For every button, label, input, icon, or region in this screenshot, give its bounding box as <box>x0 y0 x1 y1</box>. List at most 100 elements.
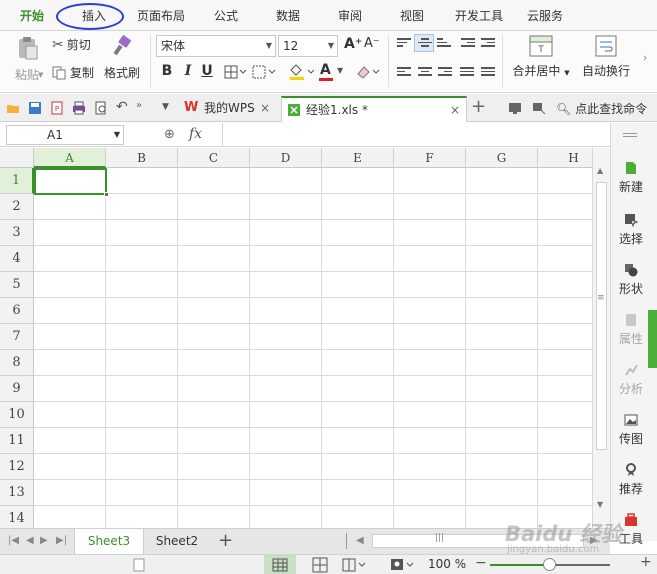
reading-mode-icon[interactable] <box>342 557 368 573</box>
side-item-select[interactable]: 选择 <box>611 213 651 247</box>
cut-button[interactable]: ✂ 剪切 <box>52 36 91 53</box>
sheet-tab[interactable]: Sheet2 <box>146 529 208 554</box>
italic-button[interactable]: I <box>179 63 197 79</box>
row-header[interactable]: 1 <box>0 168 34 194</box>
side-item-new[interactable]: 新建 <box>611 161 651 195</box>
tab-review[interactable]: 审阅 <box>330 0 370 31</box>
align-left-icon[interactable] <box>397 67 411 79</box>
justify-icon[interactable] <box>460 67 474 79</box>
decrease-indent-icon[interactable] <box>461 38 475 50</box>
row-header[interactable]: 8 <box>0 350 34 376</box>
active-cell[interactable] <box>34 168 109 197</box>
export-pdf-icon[interactable]: P <box>50 101 64 115</box>
column-header[interactable]: D <box>250 148 322 168</box>
more-icon[interactable]: » <box>136 100 142 111</box>
bold-button[interactable]: B <box>158 63 176 79</box>
scroll-thumb[interactable] <box>596 182 607 450</box>
insert-function-button[interactable]: fx <box>189 126 202 142</box>
scroll-down-icon[interactable]: ▼ <box>597 500 603 509</box>
copy-button[interactable]: 复制 <box>52 64 94 81</box>
tab-my-wps[interactable]: W 我的WPS × <box>178 96 276 122</box>
row-header[interactable]: 5 <box>0 272 34 298</box>
add-sheet-button[interactable]: + <box>218 530 233 551</box>
font-color-button[interactable]: A <box>320 62 331 78</box>
wrap-text-button[interactable]: 自动换行 <box>578 35 634 79</box>
align-middle-button[interactable] <box>414 34 434 52</box>
prev-sheet-icon[interactable]: ◀ <box>26 535 34 546</box>
font-size-select[interactable]: 12 ▼ <box>278 35 338 57</box>
column-header[interactable]: A <box>34 148 106 168</box>
row-header[interactable]: 2 <box>0 194 34 220</box>
panel-collapse-tab[interactable] <box>648 310 657 368</box>
merge-center-button[interactable]: T 合并居中 ▼ <box>510 35 572 79</box>
side-item-toolbox[interactable]: 工具 <box>611 513 651 547</box>
open-folder-icon[interactable] <box>6 101 20 115</box>
scroll-up-icon[interactable]: ▲ <box>597 166 603 175</box>
side-item-upload-image[interactable]: 传图 <box>611 413 651 447</box>
align-bottom-icon[interactable] <box>437 38 451 50</box>
row-header[interactable]: 6 <box>0 298 34 324</box>
zoom-slider-knob[interactable] <box>543 558 556 571</box>
next-sheet-icon[interactable]: ▶ <box>40 535 48 546</box>
zoom-formula-icon[interactable]: ⊕ <box>164 127 175 142</box>
align-center-icon[interactable] <box>418 67 432 79</box>
side-item-analysis[interactable]: 分析 <box>611 363 651 397</box>
format-painter-button[interactable]: 格式刷 <box>102 35 142 81</box>
zoom-level[interactable]: 100 % <box>428 557 466 571</box>
scroll-right-icon[interactable]: ▶ <box>590 535 598 546</box>
first-sheet-icon[interactable]: |◀ <box>8 535 19 546</box>
side-item-shape[interactable]: 形状 <box>611 263 651 297</box>
row-header[interactable]: 12 <box>0 454 34 480</box>
font-name-select[interactable]: 宋体 ▼ <box>156 35 276 57</box>
column-header[interactable]: F <box>394 148 466 168</box>
spreadsheet-grid[interactable]: A B C D E F G H 1 2 3 4 5 6 7 8 9 10 11 … <box>0 148 592 528</box>
select-all-corner[interactable] <box>0 148 34 168</box>
sheet-tab[interactable]: Sheet3 <box>74 529 144 554</box>
close-icon[interactable]: × <box>260 96 270 120</box>
undo-icon[interactable]: ↶ <box>116 99 128 115</box>
new-tab-button[interactable]: + <box>471 96 486 117</box>
window-icon[interactable] <box>532 101 546 115</box>
column-header[interactable]: H <box>538 148 592 168</box>
chevron-down-icon[interactable]: ▼ <box>337 66 343 75</box>
paste-dropdown-icon[interactable]: ▼ <box>38 71 43 79</box>
tab-cloud-services[interactable]: 云服务 <box>522 0 568 31</box>
print-preview-icon[interactable] <box>94 101 108 115</box>
tab-data[interactable]: 数据 <box>268 0 308 31</box>
screen-icon[interactable] <box>508 101 522 115</box>
row-header[interactable]: 11 <box>0 428 34 454</box>
row-header[interactable]: 7 <box>0 324 34 350</box>
align-right-icon[interactable] <box>438 67 452 79</box>
align-top-icon[interactable] <box>397 38 411 50</box>
side-item-recommend[interactable]: 推荐 <box>611 463 651 497</box>
fill-handle[interactable] <box>104 192 109 197</box>
row-header[interactable]: 3 <box>0 220 34 246</box>
side-item-properties[interactable]: 属性 <box>611 313 651 347</box>
row-header[interactable]: 4 <box>0 246 34 272</box>
column-header[interactable]: E <box>322 148 394 168</box>
row-header[interactable]: 10 <box>0 402 34 428</box>
tab-insert[interactable]: 插入 <box>72 0 116 31</box>
zoom-out-button[interactable]: − <box>475 555 487 571</box>
save-icon[interactable] <box>28 101 42 115</box>
tab-view[interactable]: 视图 <box>392 0 432 31</box>
page-break-view-icon[interactable] <box>312 557 328 573</box>
tab-developer[interactable]: 开发工具 <box>450 0 508 31</box>
scroll-left-icon[interactable]: ◀ <box>356 535 364 546</box>
close-icon[interactable]: × <box>450 98 460 122</box>
chevron-down-icon[interactable]: ▼ <box>162 102 169 112</box>
row-header[interactable]: 13 <box>0 480 34 506</box>
vertical-scrollbar[interactable]: ▲ ≡ ▼ <box>592 148 610 528</box>
row-header[interactable]: 14 <box>0 506 34 528</box>
eye-protection-icon[interactable] <box>390 557 416 573</box>
tab-page-layout[interactable]: 页面布局 <box>132 0 190 31</box>
row-header[interactable]: 9 <box>0 376 34 402</box>
shrink-font-button[interactable]: A⁻ <box>364 36 380 51</box>
tab-home[interactable]: 开始 <box>12 0 52 31</box>
borders-icon[interactable] <box>224 65 248 79</box>
panel-menu-icon[interactable] <box>623 133 637 134</box>
formula-input[interactable] <box>222 123 610 147</box>
clear-format-icon[interactable] <box>354 64 382 80</box>
column-header[interactable]: G <box>466 148 538 168</box>
print-icon[interactable] <box>72 101 86 115</box>
